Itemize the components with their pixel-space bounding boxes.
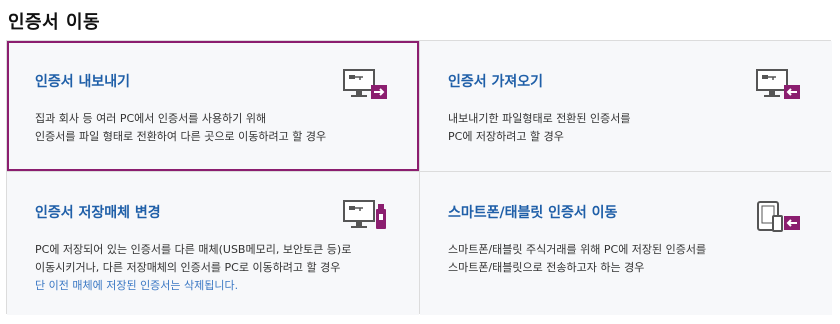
card-description-line: 집과 회사 등 여러 PC에서 인증서를 사용하기 위해 bbox=[35, 112, 267, 125]
change-storage-media-card[interactable]: 인증서 저장매체 변경 PC에 저장되어 있는 인증서를 다른 매체(USB메모… bbox=[7, 172, 419, 315]
card-description-line: 이동시키거나, 다른 저장매체의 인증서를 PC로 이동하려고 할 경우 bbox=[35, 261, 341, 274]
export-certificate-card[interactable]: 인증서 내보내기 집과 회사 등 여러 PC에서 인증서를 사용하기 위해 인증… bbox=[7, 41, 419, 171]
pc-usb-icon bbox=[343, 200, 386, 229]
card-description-line: PC에 저장되어 있는 인증서를 다른 매체(USB메모리, 보안토큰 등)로 bbox=[35, 243, 352, 256]
card-title: 인증서 가져오기 bbox=[448, 74, 544, 90]
card-title: 인증서 저장매체 변경 bbox=[35, 205, 161, 221]
import-certificate-card[interactable]: 인증서 가져오기 내보내기한 파일형태로 전환된 인증서를 PC에 저장하려고 … bbox=[420, 41, 832, 171]
card-title: 스마트폰/태블릿 인증서 이동 bbox=[448, 205, 618, 221]
mobile-certificate-move-card[interactable]: 스마트폰/태블릿 인증서 이동 스마트폰/태블릿 주식거래를 위해 PC에 저장… bbox=[420, 172, 832, 315]
card-description: 내보내기한 파일형태로 전환된 인증서를 PC에 저장하려고 할 경우 bbox=[448, 110, 804, 146]
page-title: 인증서 이동 bbox=[8, 12, 101, 33]
card-title: 인증서 내보내기 bbox=[35, 74, 131, 90]
certificate-move-options: 인증서 내보내기 집과 회사 등 여러 PC에서 인증서를 사용하기 위해 인증… bbox=[6, 40, 832, 315]
pc-export-icon bbox=[343, 69, 387, 99]
mobile-transfer-icon bbox=[757, 201, 800, 232]
card-description: 집과 회사 등 여러 PC에서 인증서를 사용하기 위해 인증서를 파일 형태로… bbox=[35, 110, 391, 146]
pc-import-icon bbox=[756, 69, 800, 99]
deletion-notice: 단 이전 매체에 저장된 인증서는 삭제됩니다. bbox=[35, 279, 239, 292]
card-description: PC에 저장되어 있는 인증서를 다른 매체(USB메모리, 보안토큰 등)로 … bbox=[35, 241, 391, 295]
card-description-line: 스마트폰/태블릿 주식거래를 위해 PC에 저장된 인증서를 bbox=[448, 243, 707, 256]
card-description-line: 내보내기한 파일형태로 전환된 인증서를 bbox=[448, 112, 631, 125]
card-description-line: 인증서를 파일 형태로 전환하여 다른 곳으로 이동하려고 할 경우 bbox=[35, 130, 327, 143]
card-description-line: 스마트폰/태블릿으로 전송하고자 하는 경우 bbox=[448, 261, 645, 274]
card-description-line: PC에 저장하려고 할 경우 bbox=[448, 130, 564, 143]
card-description: 스마트폰/태블릿 주식거래를 위해 PC에 저장된 인증서를 스마트폰/태블릿으… bbox=[448, 241, 804, 277]
